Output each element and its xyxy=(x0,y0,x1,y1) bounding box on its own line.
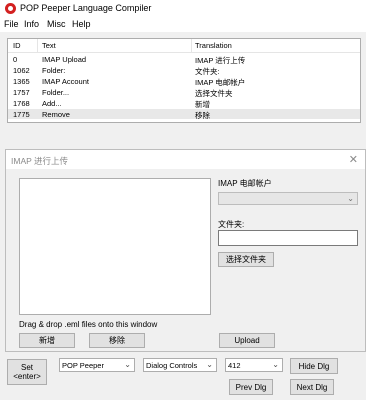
imap-upload-dialog-preview: IMAP 进行上传 ✕ IMAP 电邮帐户 ⌄ 文件夹: 选择文件夹 Drag … xyxy=(5,149,366,352)
list-header: ID Text Translation xyxy=(8,39,360,53)
list-row[interactable]: 1757 Folder... 选择文件夹 xyxy=(8,87,360,98)
list-row[interactable]: 1365 IMAP Account IMAP 电邮帐户 xyxy=(8,76,360,87)
row-text: Folder: xyxy=(42,66,66,75)
chevron-down-icon: ⌄ xyxy=(124,360,131,369)
drop-hint: Drag & drop .eml files onto this window xyxy=(19,320,158,329)
set-button[interactable]: Set <enter> xyxy=(7,359,47,385)
title-bar: POP Peeper Language Compiler xyxy=(0,0,366,17)
next-dialog-button[interactable]: Next Dlg xyxy=(290,379,334,395)
column-header-text[interactable]: Text xyxy=(42,41,56,50)
id-select-value: 412 xyxy=(228,361,241,370)
program-select[interactable]: POP Peeper ⌄ xyxy=(59,358,135,372)
menu-misc[interactable]: Misc xyxy=(47,19,66,29)
dialog-title-bar: IMAP 进行上传 ✕ xyxy=(6,150,365,169)
column-divider[interactable] xyxy=(191,39,192,52)
row-id: 1757 xyxy=(13,88,30,97)
category-select[interactable]: Dialog Controls ⌄ xyxy=(143,358,217,372)
column-header-id[interactable]: ID xyxy=(13,41,21,50)
folder-label: 文件夹: xyxy=(218,220,245,229)
translation-list[interactable]: ID Text Translation 0 IMAP Upload IMAP 进… xyxy=(7,38,361,123)
row-id: 1768 xyxy=(13,99,30,108)
choose-folder-button[interactable]: 选择文件夹 xyxy=(218,252,274,267)
list-row[interactable]: 1062 Folder: 文件夹: xyxy=(8,65,360,76)
set-button-shortcut: <enter> xyxy=(13,372,41,381)
set-button-label: Set xyxy=(20,363,33,372)
program-select-value: POP Peeper xyxy=(62,361,104,370)
list-row[interactable]: 1768 Add... 新增 xyxy=(8,98,360,109)
column-header-translation[interactable]: Translation xyxy=(195,41,232,50)
column-divider[interactable] xyxy=(37,39,38,52)
chevron-down-icon: ⌄ xyxy=(272,360,279,369)
id-select[interactable]: 412 ⌄ xyxy=(225,358,283,372)
account-select[interactable]: ⌄ xyxy=(218,192,358,205)
row-id: 1062 xyxy=(13,66,30,75)
drop-file-area[interactable] xyxy=(19,178,211,315)
menu-help[interactable]: Help xyxy=(72,19,91,29)
hide-dialog-button[interactable]: Hide Dlg xyxy=(290,358,338,374)
row-id: 1365 xyxy=(13,77,30,86)
window-title: POP Peeper Language Compiler xyxy=(20,3,152,13)
upload-button[interactable]: Upload xyxy=(219,333,275,348)
prev-dialog-button[interactable]: Prev Dlg xyxy=(229,379,273,395)
row-id: 1775 xyxy=(13,110,30,119)
dialog-title: IMAP 进行上传 xyxy=(11,156,68,166)
list-row[interactable]: 0 IMAP Upload IMAP 进行上传 xyxy=(8,54,360,65)
remove-button[interactable]: 移除 xyxy=(89,333,145,348)
pop-peeper-app-icon xyxy=(5,3,16,14)
chevron-down-icon: ⌄ xyxy=(206,360,213,369)
row-text: Remove xyxy=(42,110,70,119)
folder-input[interactable] xyxy=(218,230,358,246)
row-translation: 移除 xyxy=(195,111,210,120)
menu-bar: File Info Misc Help xyxy=(0,17,366,32)
row-text: IMAP Upload xyxy=(42,55,87,64)
category-select-value: Dialog Controls xyxy=(146,361,198,370)
account-label: IMAP 电邮帐户 xyxy=(218,179,272,188)
row-id: 0 xyxy=(13,55,18,64)
menu-info[interactable]: Info xyxy=(24,19,39,29)
menu-file[interactable]: File xyxy=(4,19,19,29)
chevron-down-icon: ⌄ xyxy=(347,194,354,203)
close-icon[interactable]: ✕ xyxy=(349,153,358,166)
row-text: Add... xyxy=(42,99,62,108)
row-text: Folder... xyxy=(42,88,70,97)
add-button[interactable]: 新增 xyxy=(19,333,75,348)
list-row-selected[interactable]: 1775 Remove 移除 xyxy=(8,109,360,120)
row-text: IMAP Account xyxy=(42,77,89,86)
